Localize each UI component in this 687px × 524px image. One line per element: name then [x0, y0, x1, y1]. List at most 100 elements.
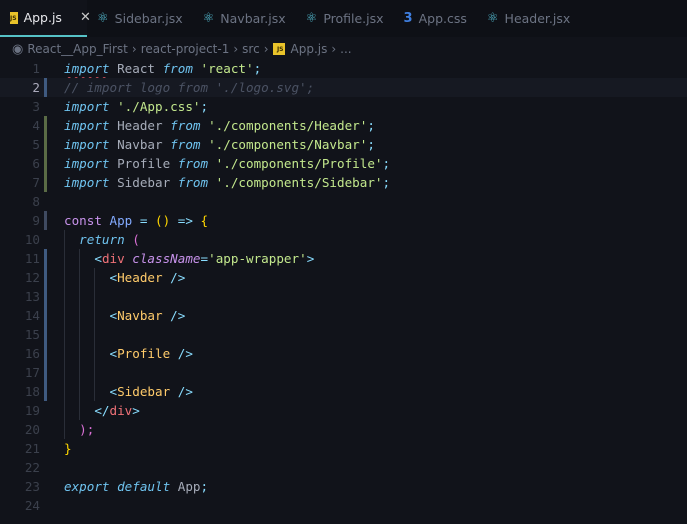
- tab-app-js[interactable]: JS App.js ✕: [0, 0, 91, 37]
- tab-label: Profile.jsx: [323, 11, 384, 26]
- gutter-change-marker: [44, 363, 47, 382]
- code-token: div: [101, 251, 125, 266]
- code-line[interactable]: 19 </div>: [0, 401, 687, 420]
- code-token: import: [64, 61, 110, 76]
- code-token: App: [170, 479, 201, 494]
- css-icon: 3: [403, 11, 413, 26]
- breadcrumb-item[interactable]: App.js: [291, 42, 328, 56]
- code-token: =>: [177, 213, 193, 228]
- code-line[interactable]: 8: [0, 192, 687, 211]
- code-token: <: [109, 308, 118, 323]
- code-text: export default App;: [64, 477, 208, 496]
- tab-navbar-jsx[interactable]: ⚛ Navbar.jsx: [193, 0, 296, 37]
- code-token: 'app-wrapper': [208, 251, 307, 266]
- code-token: Header: [109, 118, 171, 133]
- tab-label: App.css: [418, 11, 467, 26]
- tab-label: Navbar.jsx: [220, 11, 286, 26]
- code-token: =: [200, 251, 209, 266]
- code-line[interactable]: 11 <div className='app-wrapper'>: [0, 249, 687, 268]
- gutter-change-marker: [44, 116, 47, 135]
- line-number: 13: [24, 289, 40, 304]
- code-token: from: [170, 118, 201, 133]
- code-line[interactable]: 18 <Sidebar />: [0, 382, 687, 401]
- gutter-change-marker: [44, 249, 47, 268]
- code-line[interactable]: 22: [0, 458, 687, 477]
- code-text: import React from 'react';: [64, 59, 261, 78]
- breadcrumb-item[interactable]: ...: [340, 42, 351, 56]
- code-line[interactable]: 21}: [0, 439, 687, 458]
- code-line[interactable]: 5 import Navbar from './components/Navbar…: [0, 135, 687, 154]
- code-line[interactable]: 12 <Header />: [0, 268, 687, 287]
- code-line[interactable]: 1 import React from 'react';: [0, 59, 687, 78]
- code-token: >: [306, 251, 315, 266]
- code-line[interactable]: 17: [0, 363, 687, 382]
- breadcrumb-item[interactable]: src: [242, 42, 260, 56]
- code-text: </div>: [64, 401, 140, 420]
- code-token: Sidebar: [117, 384, 171, 399]
- code-line[interactable]: 10 return (: [0, 230, 687, 249]
- code-token: ;: [253, 61, 262, 76]
- gutter-change-marker: [44, 306, 47, 325]
- code-editor[interactable]: 1 import React from 'react'; 2 // import lo…: [0, 59, 687, 515]
- code-text: return (: [64, 230, 140, 249]
- tab-bar: JS App.js ✕ ⚛ Sidebar.jsx ⚛ Navbar.jsx ⚛ Profile…: [0, 0, 687, 37]
- code-token: Sidebar: [109, 175, 178, 190]
- code-line[interactable]: 20 );: [0, 420, 687, 439]
- tab-profile-jsx[interactable]: ⚛ Profile.jsx: [296, 0, 394, 37]
- gutter-change-marker: [44, 344, 47, 363]
- code-token: import: [64, 99, 110, 114]
- gutter-change-marker: [44, 382, 47, 401]
- code-token: return: [79, 232, 125, 247]
- tab-app-css[interactable]: 3 App.css: [394, 0, 477, 37]
- code-token: from: [162, 61, 193, 76]
- code-line[interactable]: 14 <Navbar />: [0, 306, 687, 325]
- line-number: 11: [24, 251, 40, 266]
- code-line[interactable]: 23 export default App;: [0, 477, 687, 496]
- code-token: </: [94, 403, 110, 418]
- code-line[interactable]: 2 // import logo from './logo.svg';: [0, 78, 687, 97]
- code-token: from: [177, 175, 209, 190]
- tab-sidebar-jsx[interactable]: ⚛ Sidebar.jsx: [87, 0, 193, 37]
- code-line[interactable]: 13: [0, 287, 687, 306]
- code-line[interactable]: 16 <Profile />: [0, 344, 687, 363]
- code-token: App: [101, 213, 140, 228]
- code-token: ;: [200, 99, 209, 114]
- code-line[interactable]: 7 import Sidebar from './components/Sideb…: [0, 173, 687, 192]
- code-text: import Navbar from './components/Navbar'…: [64, 135, 375, 154]
- code-token: './components/Header': [200, 118, 368, 133]
- code-line[interactable]: 9 const App = () => {: [0, 211, 687, 230]
- indent-guide: [94, 287, 96, 306]
- code-line[interactable]: 3 import './App.css';: [0, 97, 687, 116]
- code-text: );: [64, 420, 94, 439]
- code-line[interactable]: 4 import Header from './components/Header…: [0, 116, 687, 135]
- code-token: (: [124, 232, 140, 247]
- code-token: './components/Profile': [208, 156, 383, 171]
- code-token: );: [79, 422, 95, 437]
- code-token: const: [64, 213, 102, 228]
- tab-header-jsx[interactable]: ⚛ Header.jsx: [477, 0, 580, 37]
- line-number: 23: [24, 479, 40, 494]
- line-number: 1: [32, 61, 40, 76]
- line-number: 6: [32, 156, 40, 171]
- code-token: ;: [382, 175, 391, 190]
- code-line[interactable]: 15: [0, 325, 687, 344]
- code-token: <: [109, 384, 118, 399]
- code-token: './App.css': [109, 99, 201, 114]
- code-token: div: [109, 403, 133, 418]
- line-number: 22: [24, 460, 40, 475]
- code-line[interactable]: 6 import Profile from './components/Profi…: [0, 154, 687, 173]
- gutter-change-marker: [44, 287, 47, 306]
- indent-guide: [79, 363, 81, 382]
- code-text: <Sidebar />: [64, 382, 193, 401]
- breadcrumb-item[interactable]: React__App_First: [27, 42, 128, 56]
- code-line[interactable]: 24: [0, 496, 687, 515]
- code-text: <Header />: [64, 268, 186, 287]
- breadcrumb-item[interactable]: react-project-1: [141, 42, 230, 56]
- code-token: import: [64, 137, 110, 152]
- code-text: import './App.css';: [64, 97, 208, 116]
